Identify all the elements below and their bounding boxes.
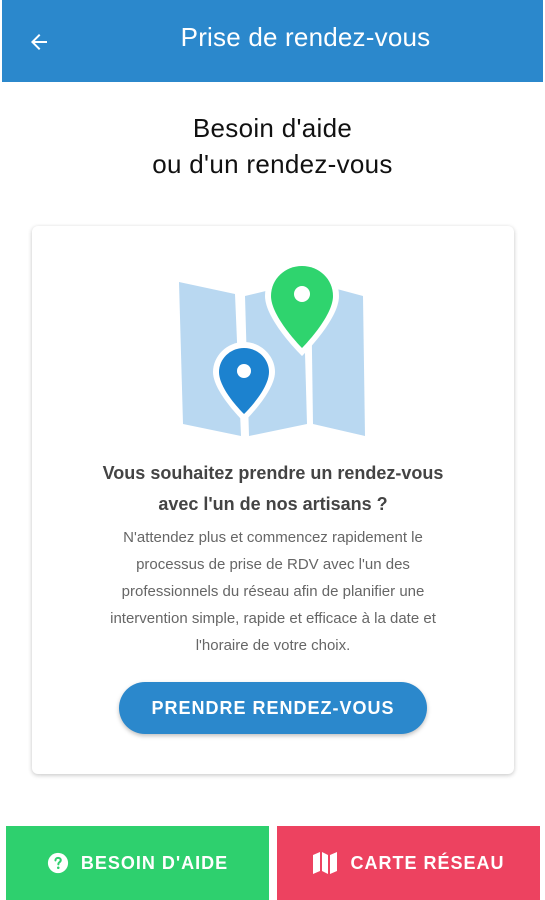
card-title: Vous souhaitez prendre un rendez-vous av… [32,458,514,520]
network-map-button[interactable]: CARTE RÉSEAU [277,826,540,900]
description-line: N'attendez plus et commencez rapidement … [123,529,423,546]
need-help-button[interactable]: BESOIN D'AIDE [6,826,269,900]
map-pins-illustration [179,260,365,436]
map-icon [312,851,338,875]
card-description: N'attendez plus et commencez rapidement … [68,524,478,659]
main-heading: Besoin d'aide ou d'un rendez-vous [0,110,545,182]
heading-line-2: ou d'un rendez-vous [152,149,393,179]
question-circle-icon [47,852,69,874]
book-appointment-button[interactable]: PRENDRE RENDEZ-VOUS [119,682,427,734]
description-line: professionnels du réseau afin de planifi… [121,583,425,600]
appointment-card: Vous souhaitez prendre un rendez-vous av… [32,226,514,774]
description-line: l'horaire de votre choix. [195,637,351,654]
description-line: processus de prise de RDV avec l'un des [136,556,410,573]
card-title-line-1: Vous souhaitez prendre un rendez-vous [102,463,444,483]
heading-line-1: Besoin d'aide [192,113,353,143]
app-bar: Prise de rendez-vous [2,0,543,82]
card-title-line-2: avec l'un de nos artisans ? [158,494,388,514]
need-help-label: BESOIN D'AIDE [80,852,229,873]
network-map-label: CARTE RÉSEAU [350,852,505,873]
description-line: intervention simple, rapide et efficace … [110,610,436,627]
page-title: Prise de rendez-vous [180,22,431,52]
